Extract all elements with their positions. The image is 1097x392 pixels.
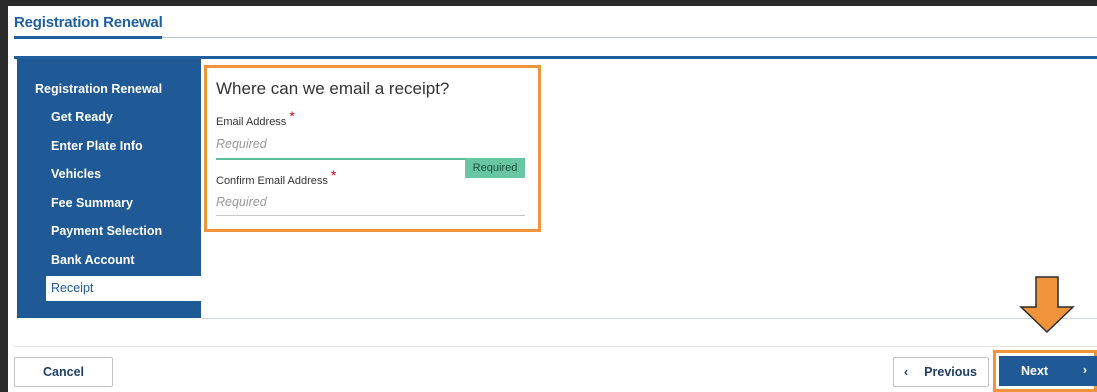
sidebar-item-bank-account[interactable]: Bank Account	[46, 248, 201, 273]
email-field[interactable]	[216, 132, 525, 156]
confirm-email-field[interactable]	[216, 190, 525, 214]
chevron-right-icon: ›	[1082, 363, 1087, 377]
title-divider	[162, 37, 1097, 38]
down-arrow-icon	[1019, 276, 1075, 334]
sidebar-item-vehicles[interactable]: Vehicles	[46, 162, 201, 187]
confirm-email-label: Confirm Email Address *	[216, 167, 336, 187]
email-label: Email Address *	[216, 108, 295, 128]
receipt-form-heading: Where can we email a receipt?	[216, 79, 450, 98]
previous-button-label: Previous	[924, 365, 977, 379]
page-title: Registration Renewal	[14, 14, 163, 31]
confirm-email-required-marker: *	[330, 167, 337, 183]
content-bottom-divider	[201, 318, 1097, 319]
chevron-left-icon: ‹	[904, 365, 909, 379]
cancel-button[interactable]: Cancel	[14, 357, 113, 387]
email-required-marker: *	[289, 108, 295, 124]
sidebar-item-payment-selection[interactable]: Payment Selection	[46, 219, 201, 244]
sidebar-item-receipt[interactable]: Receipt	[46, 276, 201, 301]
email-label-text: Email Address	[216, 116, 287, 128]
sidebar-heading: Registration Renewal	[35, 82, 163, 96]
next-button-label: Next	[1021, 364, 1049, 378]
title-underline	[14, 36, 162, 39]
sidebar-item-get-ready[interactable]: Get Ready	[46, 105, 201, 130]
previous-button[interactable]: ‹ Previous	[893, 357, 989, 387]
footer-divider	[14, 346, 1097, 347]
next-button[interactable]: Next ›	[999, 356, 1097, 386]
confirm-email-label-text: Confirm Email Address	[216, 175, 328, 187]
sidebar-item-enter-plate-info[interactable]: Enter Plate Info	[46, 134, 201, 159]
required-validation-badge: Required	[465, 158, 525, 178]
confirm-email-field-underline	[216, 215, 525, 216]
step-sidebar: Registration Renewal Get Ready Enter Pla…	[17, 59, 201, 318]
page-header: Registration Renewal	[14, 14, 1097, 40]
sidebar-item-fee-summary[interactable]: Fee Summary	[46, 191, 201, 216]
